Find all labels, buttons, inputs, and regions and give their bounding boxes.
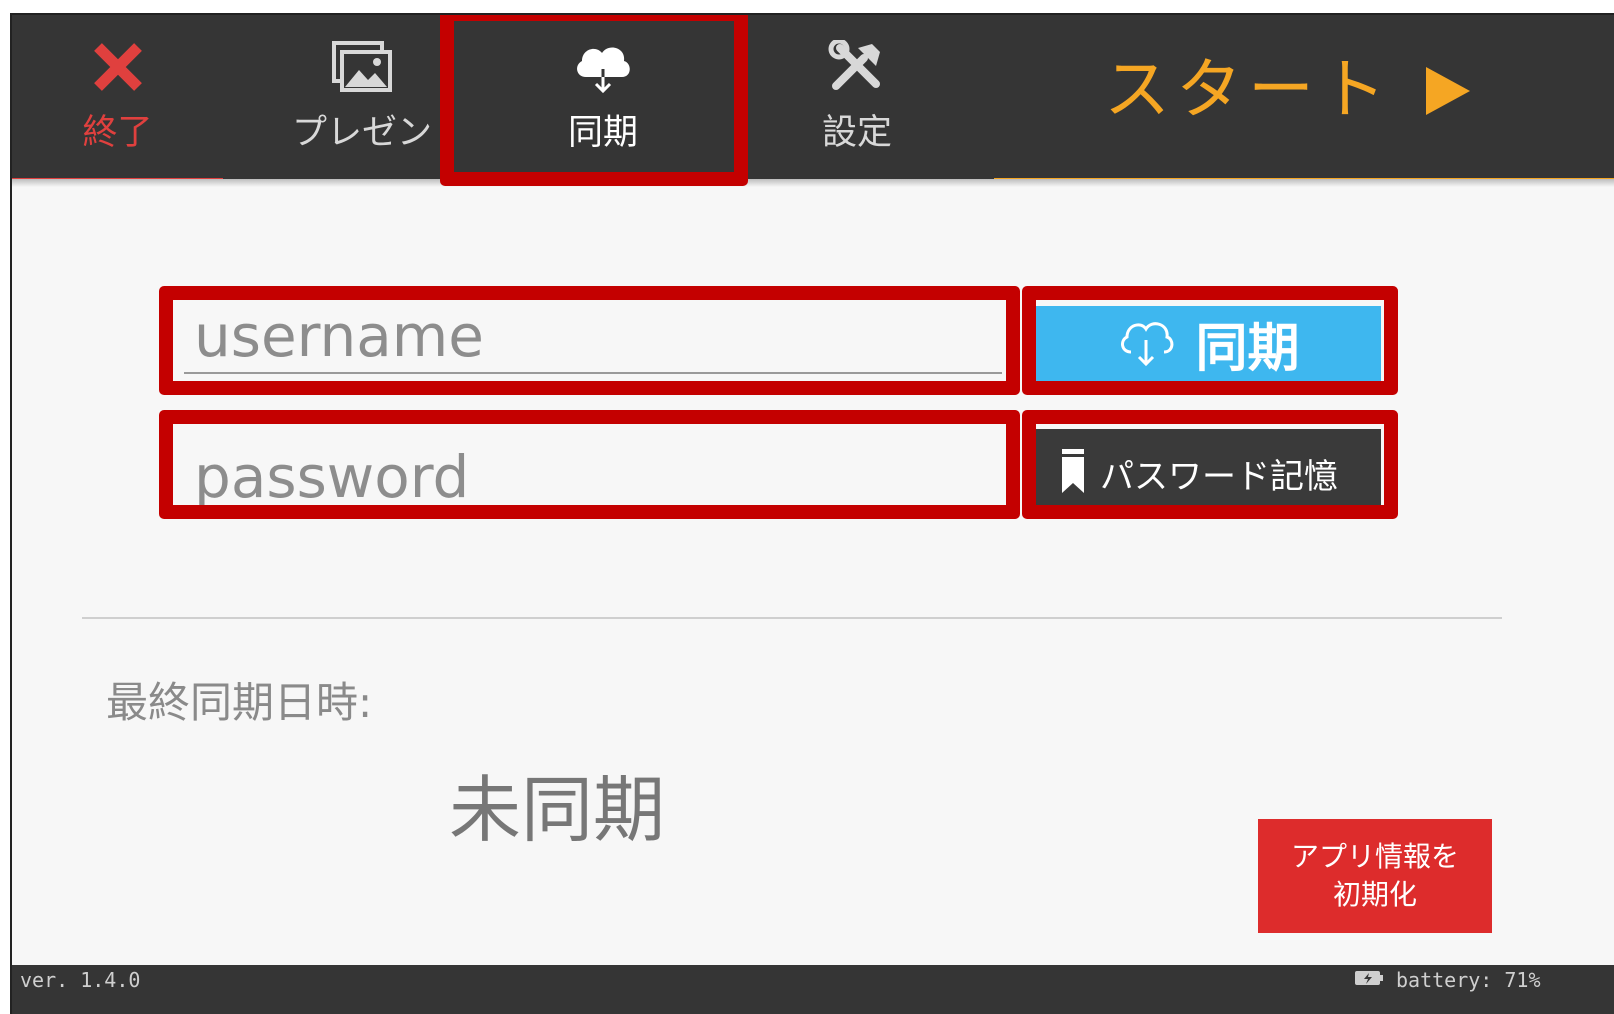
version-text: ver. 1.4.0 [20,968,141,992]
status-bar: ver. 1.4.0 battery: 71% [12,965,1614,1014]
reset-app-info-button[interactable]: アプリ情報を 初期化 [1258,819,1492,933]
battery-status: battery: 71% [1354,968,1541,992]
tab-present[interactable]: プレゼン [252,15,472,179]
tools-icon [772,37,942,97]
reset-label-line1: アプリ情報を [1290,840,1459,873]
tab-present-label: プレゼン [291,113,432,153]
sync-button-label: 同期 [1195,319,1300,379]
remember-password-label: パスワード記憶 [1100,457,1338,497]
tab-exit-label: 終了 [82,113,153,153]
last-sync-label: 最終同期日時: [106,678,373,727]
reset-label-line2: 初期化 [1332,878,1417,911]
password-input[interactable] [184,440,1002,514]
images-icon [252,37,472,97]
tab-sync-label: 同期 [567,113,638,153]
topbar-shadow [12,179,1614,187]
last-sync-value: 未同期 [449,768,666,852]
battery-charging-icon [1354,968,1384,992]
close-icon [12,37,223,97]
tab-exit[interactable]: 終了 [12,15,223,185]
battery-text: battery: 71% [1396,968,1541,992]
cloud-download-icon [474,37,732,97]
sync-button[interactable]: 同期 [1036,306,1381,381]
username-input[interactable] [184,300,1002,374]
start-label: スタート [1104,51,1392,128]
tab-settings[interactable]: 設定 [772,15,942,179]
play-icon [1426,67,1470,115]
sync-screen: 終了 プレゼン 同期 設定 スタート username 同期 パスワード記憶 最… [10,13,1614,1014]
tab-settings-label: 設定 [821,113,892,153]
top-tab-bar: 終了 プレゼン 同期 設定 スタート [12,15,1614,187]
start-button[interactable]: スタート [994,15,1614,187]
bookmark-icon [1060,449,1086,499]
cloud-download-icon [1117,316,1175,372]
remember-password-button[interactable]: パスワード記憶 [1036,429,1381,507]
tab-sync[interactable]: 同期 [474,15,732,179]
divider [82,617,1502,619]
